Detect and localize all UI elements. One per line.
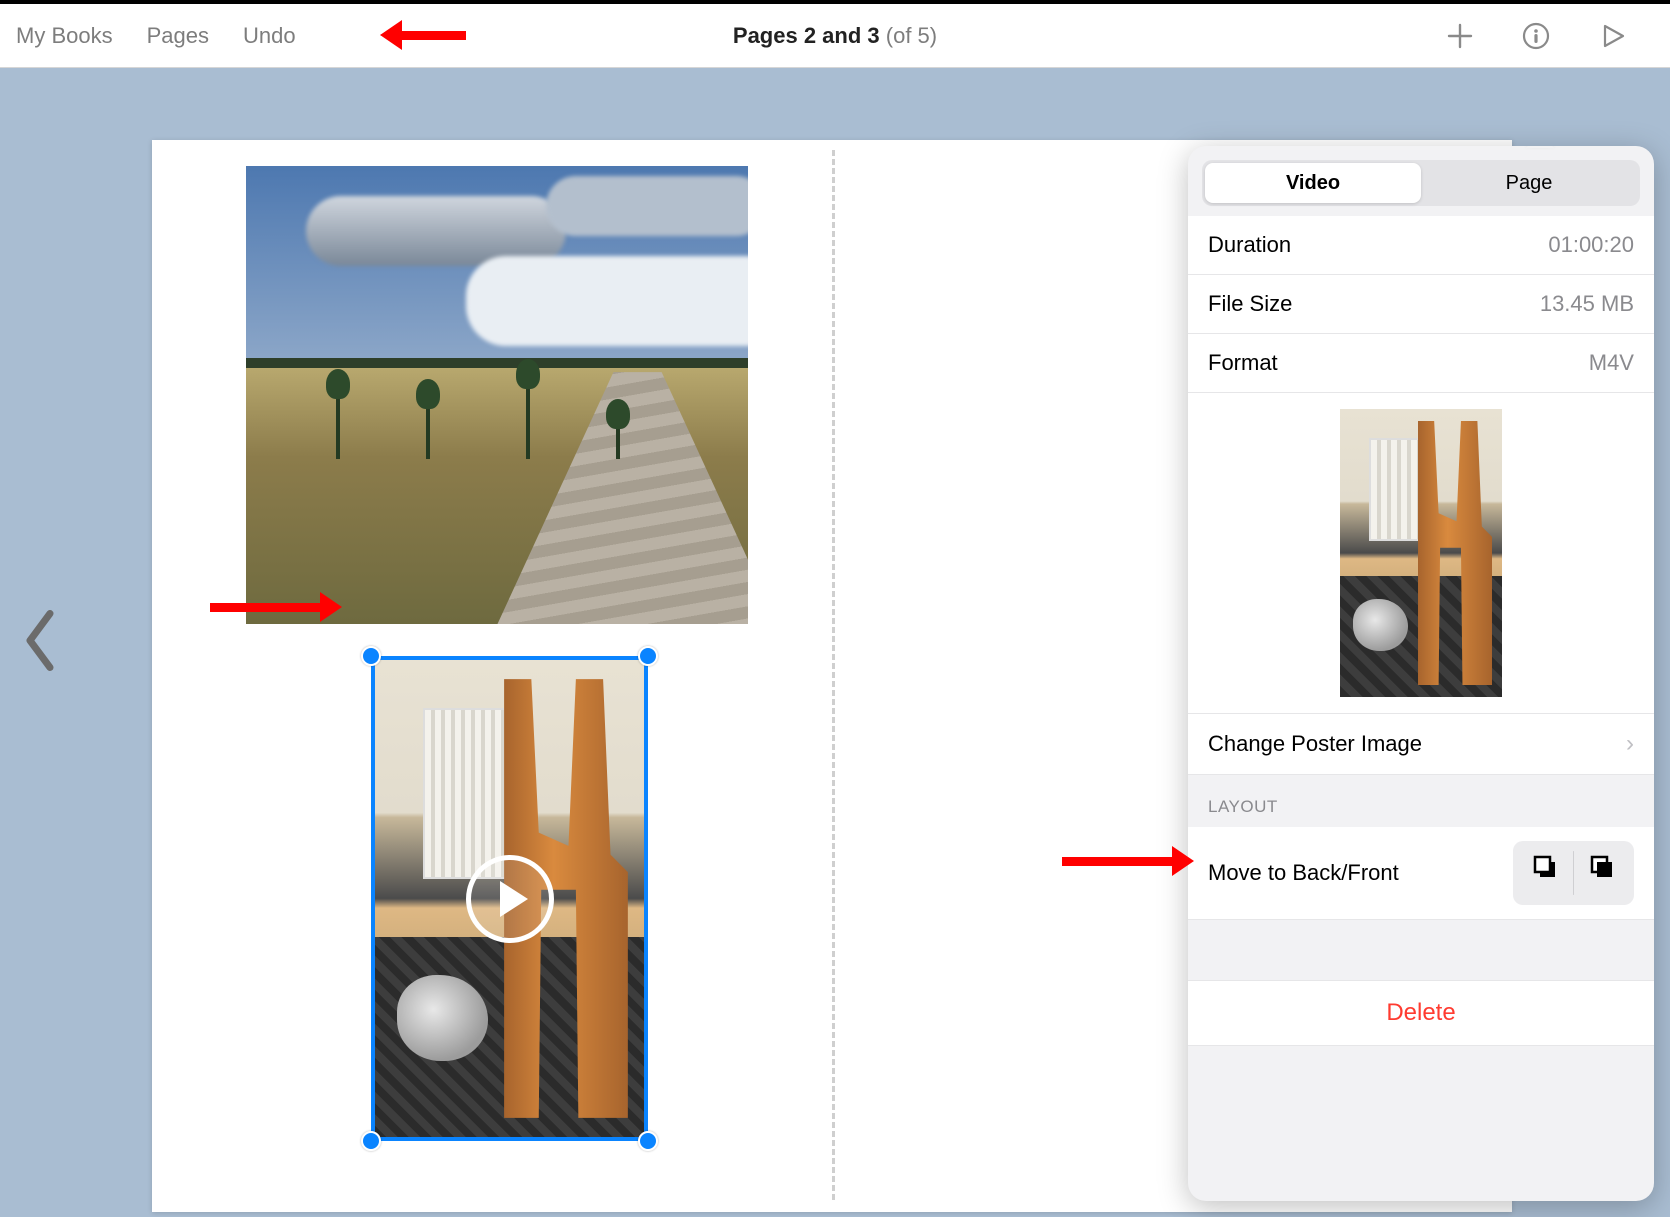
change-poster-button[interactable]: Change Poster Image › bbox=[1188, 714, 1654, 775]
filesize-value: 13.45 MB bbox=[1540, 291, 1634, 317]
duration-label: Duration bbox=[1208, 232, 1291, 258]
poster-preview bbox=[1188, 393, 1654, 714]
format-value: M4V bbox=[1589, 350, 1634, 376]
move-to-back-button[interactable] bbox=[1517, 845, 1573, 889]
popover-pointer bbox=[1526, 146, 1554, 148]
previous-page-button[interactable] bbox=[20, 605, 60, 680]
page-title: Pages 2 and 3 (of 5) bbox=[733, 23, 937, 49]
change-poster-label: Change Poster Image bbox=[1208, 731, 1422, 757]
my-books-button[interactable]: My Books bbox=[16, 23, 113, 49]
tab-video[interactable]: Video bbox=[1205, 163, 1421, 203]
info-button[interactable] bbox=[1518, 18, 1554, 54]
resize-handle-top-right[interactable] bbox=[638, 646, 658, 666]
format-label: Format bbox=[1208, 350, 1278, 376]
page-title-main: Pages 2 and 3 bbox=[733, 23, 880, 48]
page-title-count: (of 5) bbox=[880, 23, 937, 48]
toolbar: My Books Pages Undo Pages 2 and 3 (of 5) bbox=[0, 4, 1670, 68]
duration-value: 01:00:20 bbox=[1548, 232, 1634, 258]
chevron-right-icon: › bbox=[1626, 730, 1634, 758]
add-button[interactable] bbox=[1442, 18, 1478, 54]
page-spine-divider bbox=[832, 150, 835, 1200]
filesize-row: File Size 13.45 MB bbox=[1188, 275, 1654, 334]
annotation-arrow-video-selection bbox=[210, 592, 342, 622]
move-layer-row: Move to Back/Front bbox=[1188, 827, 1654, 920]
delete-button[interactable]: Delete bbox=[1188, 980, 1654, 1046]
annotation-arrow-delete bbox=[1062, 846, 1194, 876]
tab-page[interactable]: Page bbox=[1421, 163, 1637, 203]
resize-handle-bottom-left[interactable] bbox=[361, 1131, 381, 1151]
canvas-area: Video Page Duration 01:00:20 File Size 1… bbox=[0, 68, 1670, 1217]
undo-button[interactable]: Undo bbox=[243, 23, 296, 49]
placed-photo[interactable] bbox=[246, 166, 748, 624]
selection-outline bbox=[371, 656, 648, 1141]
annotation-arrow-undo bbox=[380, 20, 466, 50]
poster-thumbnail bbox=[1340, 409, 1502, 697]
move-to-front-button[interactable] bbox=[1574, 845, 1630, 889]
inspector-tabs: Video Page bbox=[1202, 160, 1640, 206]
selected-video-object[interactable] bbox=[371, 656, 648, 1141]
format-row: Format M4V bbox=[1188, 334, 1654, 393]
duration-row: Duration 01:00:20 bbox=[1188, 216, 1654, 275]
move-layer-label: Move to Back/Front bbox=[1208, 860, 1399, 886]
resize-handle-top-left[interactable] bbox=[361, 646, 381, 666]
inspector-popover: Video Page Duration 01:00:20 File Size 1… bbox=[1188, 146, 1654, 1201]
layout-section-header: LAYOUT bbox=[1188, 775, 1654, 827]
play-preview-button[interactable] bbox=[1594, 18, 1630, 54]
filesize-label: File Size bbox=[1208, 291, 1292, 317]
layer-order-control bbox=[1513, 841, 1634, 905]
resize-handle-bottom-right[interactable] bbox=[638, 1131, 658, 1151]
pages-button[interactable]: Pages bbox=[147, 23, 209, 49]
